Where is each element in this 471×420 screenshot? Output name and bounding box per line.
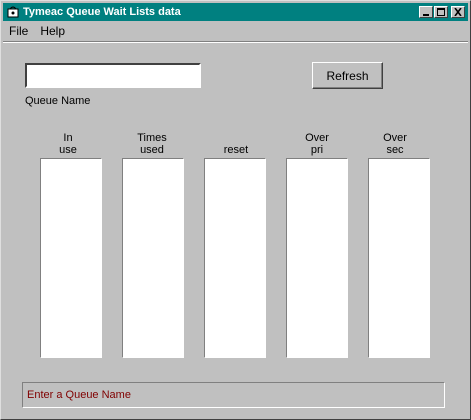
close-icon (454, 8, 462, 16)
column-header-over-pri: Over pri (286, 132, 348, 156)
menu-file[interactable]: File (3, 24, 34, 38)
menu-bar: File Help (3, 22, 468, 40)
status-bar: Enter a Queue Name (22, 382, 445, 408)
column-header-reset: reset (205, 132, 267, 156)
list-over-pri[interactable] (286, 158, 348, 358)
queue-name-label: Queue Name (25, 95, 91, 107)
title-bar[interactable]: Tymeac Queue Wait Lists data (3, 3, 468, 21)
column-header-line2: used (140, 144, 164, 156)
app-icon[interactable] (6, 5, 20, 19)
column-header-over-sec: Over sec (364, 132, 426, 156)
list-reset[interactable] (204, 158, 266, 358)
status-message: Enter a Queue Name (27, 389, 131, 401)
column-header-line1: Over (383, 132, 407, 144)
window-title: Tymeac Queue Wait Lists data (23, 6, 181, 18)
column-header-line2: sec (386, 144, 404, 156)
list-in-use[interactable] (40, 158, 102, 358)
column-header-line1: Times (137, 132, 167, 144)
close-button[interactable] (451, 6, 465, 18)
queue-name-input[interactable] (25, 63, 201, 88)
maximize-icon (437, 8, 445, 16)
column-header-line1: Over (305, 132, 329, 144)
menu-divider (3, 41, 468, 43)
maximize-button[interactable] (434, 6, 448, 18)
minimize-button[interactable] (419, 6, 433, 18)
minimize-icon (423, 14, 429, 16)
column-header-line2: use (59, 144, 77, 156)
refresh-button[interactable]: Refresh (312, 62, 383, 89)
column-header-times-used: Times used (121, 132, 183, 156)
list-over-sec[interactable] (368, 158, 430, 358)
list-times-used[interactable] (122, 158, 184, 358)
column-header-line2: pri (310, 144, 324, 156)
column-header-line1 (205, 132, 267, 144)
app-window: Tymeac Queue Wait Lists data File Help Q… (0, 0, 471, 420)
column-header-line1: In (63, 132, 73, 144)
column-header-line2: reset (223, 144, 249, 156)
menu-help[interactable]: Help (34, 24, 71, 38)
column-header-in-use: In use (37, 132, 99, 156)
